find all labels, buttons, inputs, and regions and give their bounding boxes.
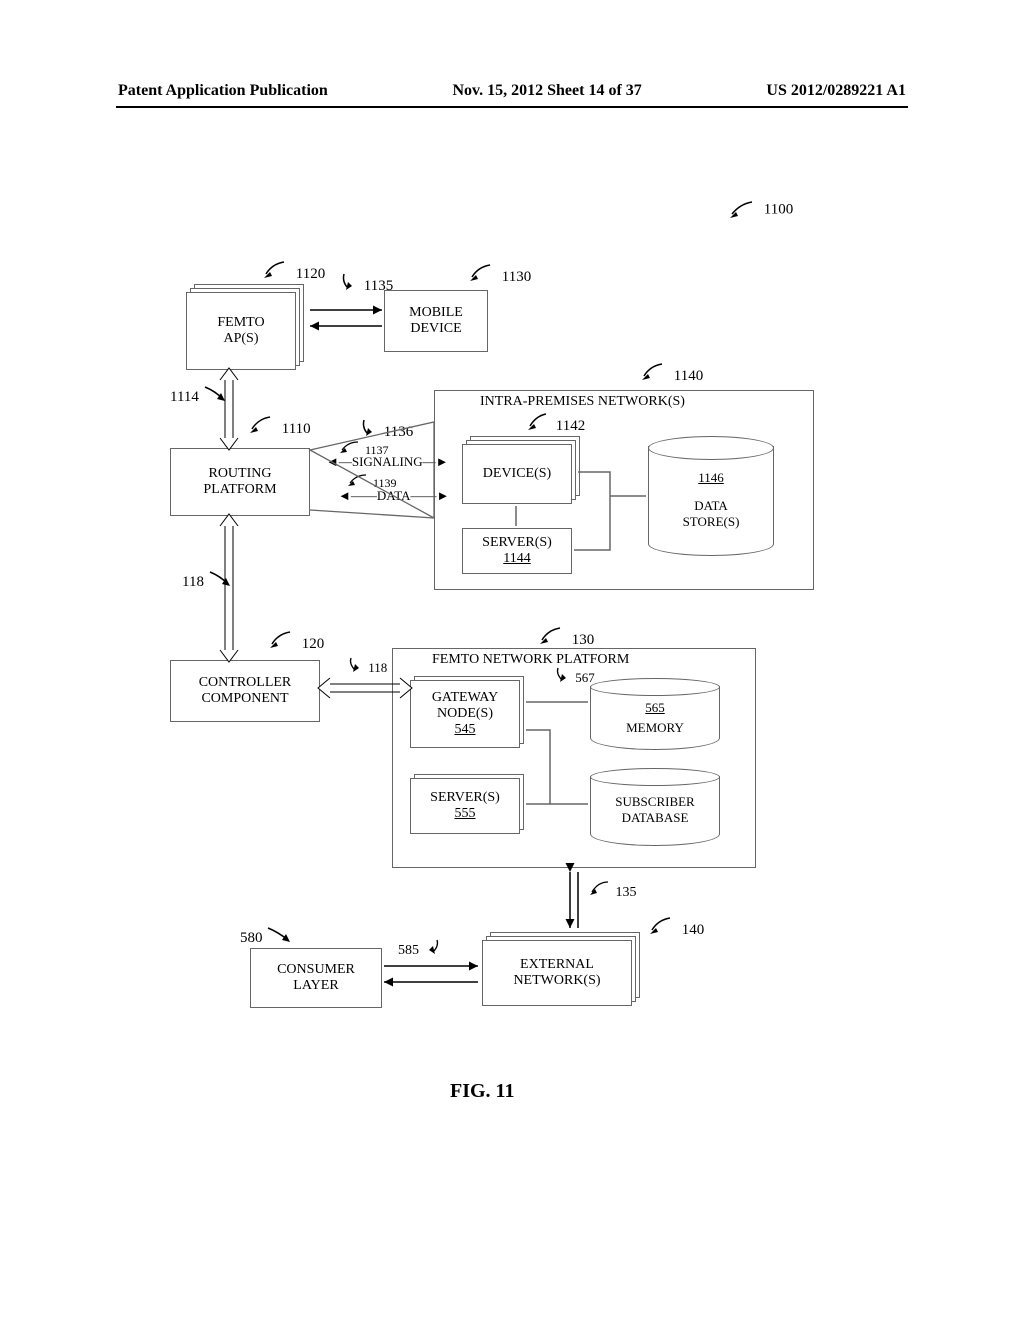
ref-1110: 1110 — [250, 415, 311, 438]
fnp-title: FEMTO NETWORK PLATFORM — [432, 652, 629, 668]
intra-premises-title: INTRA-PREMISES NETWORK(S) — [480, 394, 685, 410]
ref-130: 130 — [540, 626, 594, 649]
controller-component-box: CONTROLLER COMPONENT — [170, 660, 320, 722]
figure-label: FIG. 11 — [450, 1080, 514, 1103]
gateway-box: GATEWAY NODE(S) 545 — [410, 680, 520, 748]
ref-1114: 1114 — [170, 385, 227, 406]
ref-118b: 118 — [345, 656, 387, 676]
mobile-device-box: MOBILE DEVICE — [384, 290, 488, 352]
ref-118a: 118 — [182, 570, 232, 591]
ref-1136: 1136 — [358, 418, 413, 441]
diagram-canvas: 1100 FEMTO AP(S) 1120 MOBILE DEVICE 1130… — [170, 190, 850, 1130]
ref-567: 567 — [552, 666, 595, 686]
ref-1130: 1130 — [470, 263, 531, 286]
ref-140: 140 — [650, 916, 704, 939]
ref-1140: 1140 — [642, 362, 703, 385]
subscriber-db-cylinder: SUBSCRIBER DATABASE — [590, 768, 720, 846]
signaling-label: ◄—SIGNALING—► — [326, 454, 449, 470]
ref-1120: 1120 — [264, 260, 325, 283]
ref-1100: 1100 — [730, 200, 793, 220]
header-center: Nov. 15, 2012 Sheet 14 of 37 — [452, 82, 641, 100]
memory-cylinder: 565 MEMORY — [590, 678, 720, 750]
ref-120: 120 — [270, 630, 324, 653]
ref-135: 135 — [590, 880, 637, 901]
ref-585: 585 — [398, 938, 443, 959]
consumer-layer-box: CONSUMER LAYER — [250, 948, 382, 1008]
routing-platform-box: ROUTING PLATFORM — [170, 448, 310, 516]
header-right: US 2012/0289221 A1 — [766, 82, 906, 100]
servers-intra-box: SERVER(S) 1144 — [462, 528, 572, 574]
header-rule — [116, 106, 908, 108]
data-label: ◄——DATA——► — [338, 488, 449, 504]
servers-fnp-box: SERVER(S) 555 — [410, 778, 520, 834]
external-networks-box: EXTERNAL NETWORK(S) — [482, 940, 632, 1006]
ref-1135: 1135 — [338, 272, 393, 295]
ref-580: 580 — [240, 926, 292, 947]
devices-box: DEVICE(S) — [462, 444, 572, 504]
femto-aps-box: FEMTO AP(S) — [186, 292, 296, 370]
data-stores-cylinder: 1146 DATA STORE(S) — [648, 436, 774, 556]
header-left: Patent Application Publication — [118, 82, 328, 100]
ref-1142: 1142 — [528, 412, 585, 435]
